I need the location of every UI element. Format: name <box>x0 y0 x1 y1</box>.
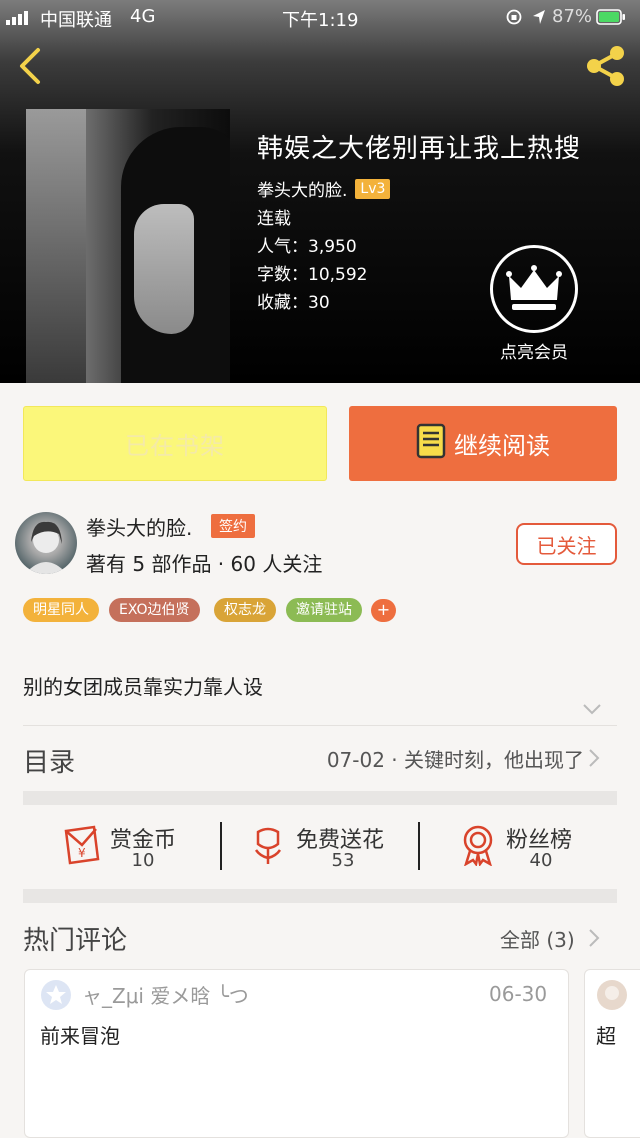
location-icon <box>532 9 546 29</box>
book-author: 拳头大的脸. <box>257 181 348 201</box>
medal-icon[interactable] <box>460 824 496 870</box>
fan-ranking-count: 40 <box>529 850 553 871</box>
favorites-stat: 收藏：30 <box>257 293 330 313</box>
orientation-lock-icon <box>506 9 522 29</box>
book-intro: 别的女团成员靠实力靠人设 <box>23 675 263 699</box>
comment-body: 超 <box>596 1024 616 1048</box>
free-flowers-count: 53 <box>331 850 355 871</box>
svg-text:¥: ¥ <box>78 846 86 860</box>
author-name[interactable]: 拳头大的脸. <box>86 512 192 541</box>
author-meta: 著有 5 部作品 · 60 人关注 <box>86 552 323 576</box>
popularity-stat: 人气：3,950 <box>257 237 357 257</box>
user-avatar-icon <box>40 979 72 1015</box>
book-title: 韩娱之大佬别再让我上热搜 <box>257 134 582 164</box>
tag-chip[interactable]: 邀请驻站 <box>286 598 362 622</box>
level-badge: Lv3 <box>355 178 391 199</box>
book-author-row: 拳头大的脸. Lv3 <box>257 176 391 201</box>
in-bookshelf-button[interactable]: 已在书架 <box>23 406 327 481</box>
share-icon[interactable] <box>584 44 628 88</box>
section-separator <box>23 889 617 903</box>
section-separator <box>23 791 617 805</box>
divider <box>220 822 222 870</box>
divider <box>418 822 420 870</box>
add-tag-button[interactable]: + <box>371 599 396 622</box>
comment-date: 06-30 <box>489 982 548 1006</box>
back-icon[interactable] <box>14 46 44 86</box>
avatar <box>596 979 628 1015</box>
continue-reading-button[interactable]: 继续阅读 <box>349 406 617 481</box>
crown-icon[interactable] <box>490 245 578 333</box>
divider <box>23 725 617 726</box>
tag-chip[interactable]: 权志龙 <box>214 598 276 622</box>
clock: 下午1:19 <box>282 10 359 31</box>
reward-coins-count: 10 <box>131 850 155 871</box>
carrier-label: 中国联通 <box>40 10 112 31</box>
continue-reading-label: 继续阅读 <box>454 432 550 460</box>
comment-body: 前来冒泡 <box>40 1024 120 1048</box>
book-header: 中国联通 4G 下午1:19 87% 韩娱之大佬别再让我上热搜 拳头大的脸. L… <box>0 0 640 383</box>
vip-label[interactable]: 点亮会员 <box>480 338 588 363</box>
tag-chip[interactable]: 明星同人 <box>23 598 99 622</box>
expand-chevron-icon[interactable] <box>582 700 602 719</box>
flower-icon[interactable] <box>250 826 286 870</box>
book-status: 连载 <box>257 209 291 229</box>
signed-badge: 签约 <box>211 514 255 538</box>
hot-comments-label: 热门评论 <box>23 926 128 956</box>
signal-icon <box>6 10 36 25</box>
book-cover <box>26 109 230 383</box>
comment-username[interactable]: ャ_Zμi 爱メ晗 ╰つ <box>82 980 249 1009</box>
red-envelope-icon[interactable]: ¥ <box>62 825 104 869</box>
word-count-stat: 字数：10,592 <box>257 265 368 285</box>
battery-icon <box>596 9 626 29</box>
author-avatar[interactable] <box>15 512 77 574</box>
tag-chip[interactable]: EXO边伯贤 <box>109 598 200 622</box>
all-comments-link[interactable]: 全部 (3) <box>500 924 575 953</box>
battery-percent: 87% <box>552 6 593 27</box>
book-icon <box>416 423 446 465</box>
chevron-right-icon[interactable] <box>588 928 600 952</box>
followed-button[interactable]: 已关注 <box>516 523 617 565</box>
chevron-right-icon[interactable] <box>588 748 600 772</box>
latest-chapter[interactable]: 07-02 · 关键时刻，他出现了 <box>327 744 584 773</box>
toc-label[interactable]: 目录 <box>23 742 75 779</box>
network-label: 4G <box>130 6 156 27</box>
